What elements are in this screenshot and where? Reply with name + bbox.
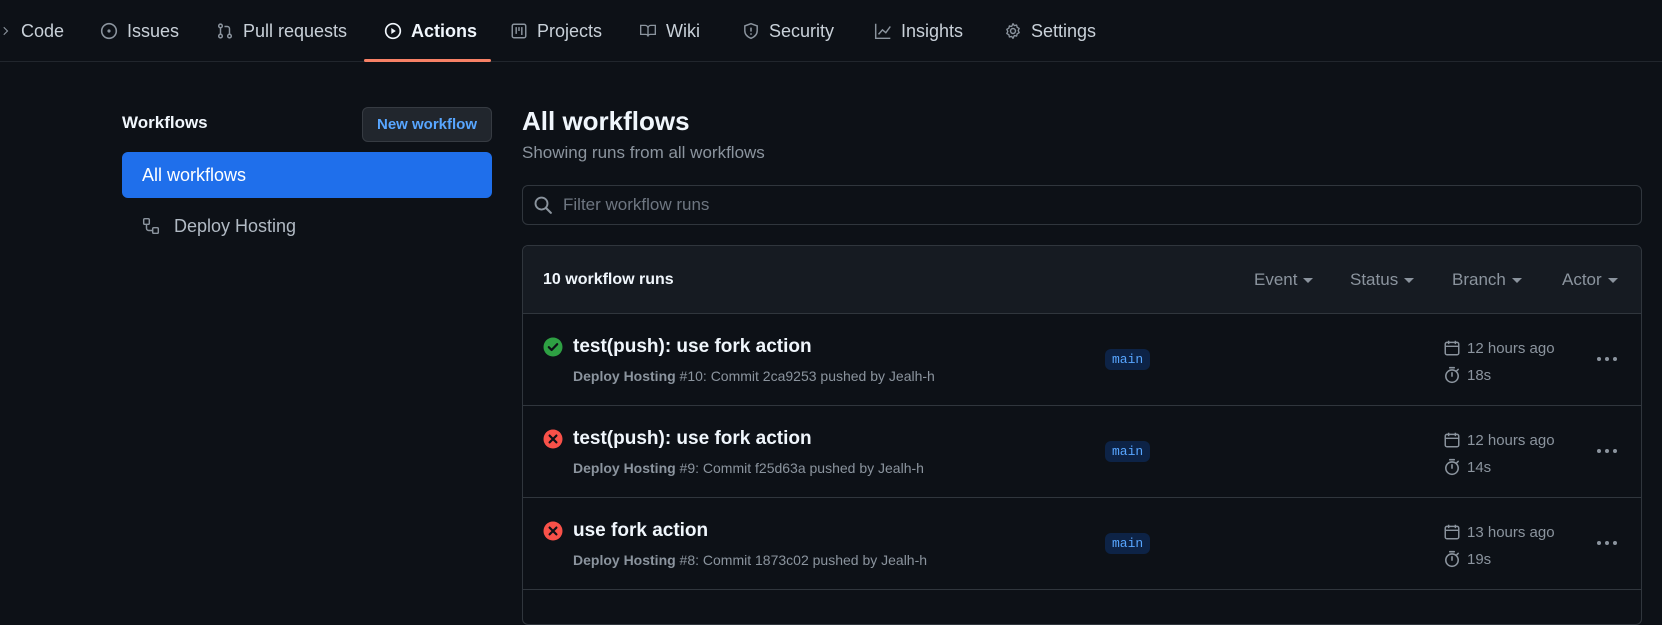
runs-count: 10 workflow runs: [543, 271, 674, 288]
tab-label: Insights: [901, 20, 964, 41]
run-time-text: 12 hours ago: [1467, 339, 1555, 357]
workflow-run-row[interactable]: test(push): use fork action Deploy Hosti…: [523, 406, 1641, 498]
status-filter[interactable]: Status: [1350, 270, 1415, 290]
filter-label: Branch: [1452, 270, 1506, 289]
tab-label: Settings: [1031, 20, 1097, 41]
workflow-run-row[interactable]: use fork action Deploy Hosting #8: Commi…: [523, 498, 1641, 590]
sidebar-item-label: All workflows: [142, 164, 247, 185]
filter-label: Event: [1254, 270, 1298, 289]
run-duration-text: 14s: [1467, 458, 1492, 476]
kebab-menu-icon[interactable]: [1595, 446, 1619, 456]
run-meta-text: #8: Commit 1873c02 pushed by Jealh-h: [675, 552, 928, 568]
tab-insights[interactable]: Insights: [874, 0, 963, 62]
tab-wiki[interactable]: Wiki: [639, 0, 700, 62]
filter-label: Actor: [1562, 270, 1602, 289]
run-meta-text: #10: Commit 2ca9253 pushed by Jealh-h: [675, 368, 935, 384]
tab-label: Actions: [411, 20, 478, 41]
run-duration: 19s: [1443, 550, 1491, 568]
run-workflow-name: Deploy Hosting: [573, 460, 676, 476]
tab-label: Projects: [537, 20, 603, 41]
sidebar-item-deploy-hosting[interactable]: Deploy Hosting: [122, 203, 492, 249]
kebab-menu-icon[interactable]: [1595, 538, 1619, 548]
failure-x-icon: [543, 429, 563, 449]
tab-settings[interactable]: Settings: [1004, 0, 1096, 62]
kebab-menu-icon[interactable]: [1595, 354, 1619, 364]
tab-security[interactable]: Security: [742, 0, 834, 62]
run-meta: Deploy Hosting #9: Commit f25d63a pushed…: [573, 460, 924, 476]
run-title[interactable]: use fork action: [573, 520, 708, 542]
stopwatch-icon: [1445, 458, 1459, 476]
tab-code[interactable]: Code: [0, 0, 64, 62]
run-duration: 14s: [1443, 458, 1491, 476]
sidebar-item-all-workflows[interactable]: All workflows: [122, 152, 492, 198]
shield-icon: [744, 22, 758, 40]
run-time: 13 hours ago: [1443, 523, 1555, 541]
caret-down-icon: [1607, 277, 1618, 283]
success-check-icon: [543, 337, 563, 357]
actor-filter[interactable]: Actor: [1562, 270, 1618, 290]
runs-header: 10 workflow runs Event Status Branch Act…: [523, 246, 1641, 314]
run-duration: 18s: [1443, 366, 1491, 384]
branch-filter[interactable]: Branch: [1452, 270, 1522, 290]
branch-badge[interactable]: main: [1105, 349, 1151, 370]
run-meta: Deploy Hosting #8: Commit 1873c02 pushed…: [573, 552, 927, 568]
pull-request-icon: [217, 23, 233, 39]
new-workflow-button[interactable]: New workflow: [362, 107, 492, 142]
tab-label: Security: [769, 20, 835, 41]
sidebar-item-label: Deploy Hosting: [174, 215, 297, 236]
tab-actions[interactable]: Actions: [384, 0, 477, 62]
page-subtitle: Showing runs from all workflows: [522, 143, 765, 162]
tab-pull-requests[interactable]: Pull requests: [216, 0, 347, 62]
calendar-icon: [1444, 524, 1460, 540]
stopwatch-icon: [1445, 550, 1459, 568]
workflow-run-row[interactable]: test(push): use fork action Deploy Hosti…: [523, 314, 1641, 406]
chevron-right-icon: [3, 26, 9, 36]
tab-label: Code: [21, 20, 65, 41]
run-workflow-name: Deploy Hosting: [573, 552, 676, 568]
search-icon: [534, 196, 552, 214]
run-duration-text: 18s: [1467, 366, 1492, 384]
failure-x-icon: [543, 521, 563, 541]
issue-icon: [100, 22, 118, 40]
workflow-icon: [142, 217, 160, 235]
filter-label: Status: [1350, 270, 1399, 289]
tab-label: Pull requests: [243, 20, 348, 41]
branch-badge[interactable]: main: [1105, 441, 1151, 462]
active-tab-indicator: [364, 59, 491, 62]
run-meta-text: #9: Commit f25d63a pushed by Jealh-h: [675, 460, 924, 476]
run-time-text: 12 hours ago: [1467, 431, 1555, 449]
sidebar-title: Workflows: [122, 113, 208, 132]
run-title[interactable]: test(push): use fork action: [573, 336, 812, 358]
run-meta: Deploy Hosting #10: Commit 2ca9253 pushe…: [573, 368, 935, 384]
calendar-icon: [1444, 432, 1460, 448]
branch-badge[interactable]: main: [1105, 533, 1151, 554]
gear-icon: [1006, 23, 1020, 39]
tab-label: Wiki: [666, 20, 700, 41]
repo-nav: Code Issues Pull requests Actions Projec…: [0, 0, 1662, 62]
run-duration-text: 19s: [1467, 550, 1492, 568]
run-time-text: 13 hours ago: [1467, 523, 1555, 541]
caret-down-icon: [1404, 277, 1415, 283]
page-title: All workflows: [522, 106, 690, 136]
graph-icon: [874, 23, 891, 40]
caret-down-icon: [1303, 277, 1314, 283]
tab-issues[interactable]: Issues: [100, 0, 179, 62]
filter-workflow-runs-input[interactable]: [563, 195, 1623, 215]
run-time: 12 hours ago: [1443, 339, 1555, 357]
caret-down-icon: [1511, 277, 1522, 283]
play-icon: [384, 22, 402, 40]
run-time: 12 hours ago: [1443, 431, 1555, 449]
run-workflow-name: Deploy Hosting: [573, 368, 676, 384]
stopwatch-icon: [1445, 366, 1459, 384]
filter-box: [522, 185, 1642, 225]
tab-label: Issues: [127, 20, 180, 41]
project-icon: [511, 23, 527, 39]
workflow-runs-box: 10 workflow runs Event Status Branch Act…: [522, 245, 1642, 625]
calendar-icon: [1444, 340, 1460, 356]
tab-projects[interactable]: Projects: [510, 0, 602, 62]
run-title[interactable]: test(push): use fork action: [573, 428, 812, 450]
event-filter[interactable]: Event: [1254, 270, 1314, 290]
book-icon: [640, 24, 656, 37]
